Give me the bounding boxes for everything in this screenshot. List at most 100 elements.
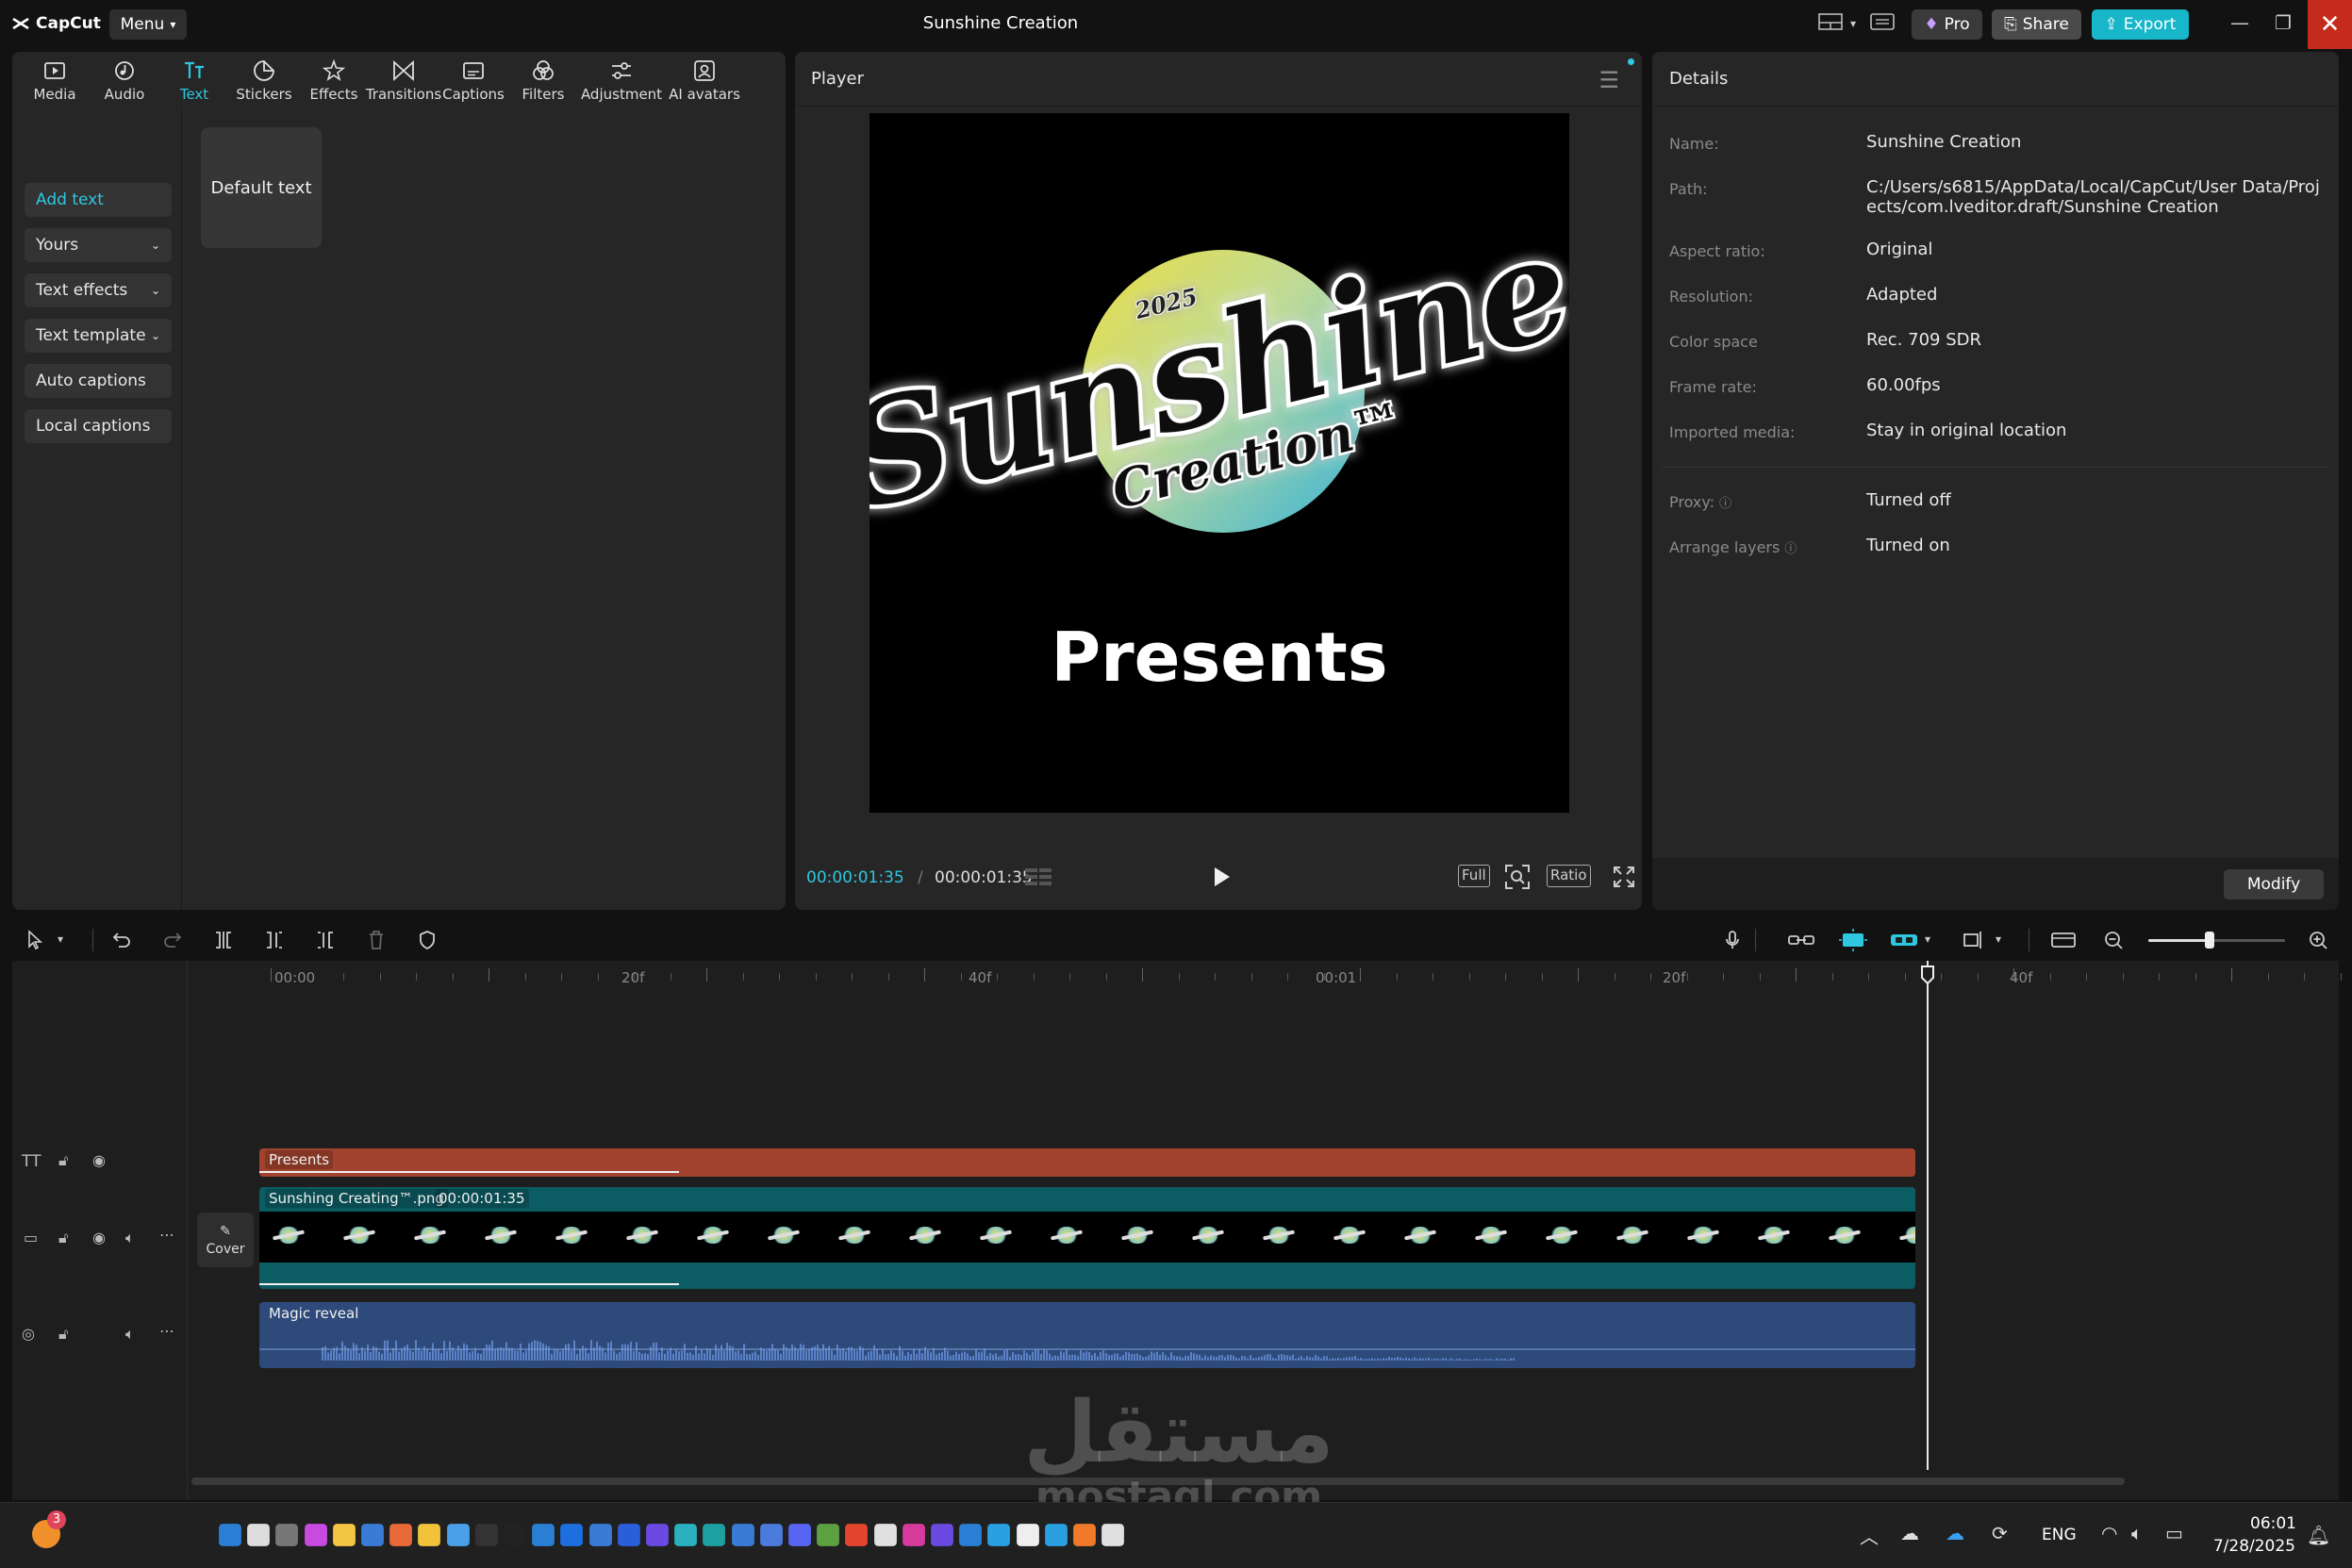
- taskbar-app-icon[interactable]: [731, 1524, 754, 1546]
- volume-icon[interactable]: 🔈︎: [125, 1325, 135, 1344]
- volume-icon[interactable]: 🔈︎: [125, 1229, 135, 1247]
- delete-icon[interactable]: [365, 929, 388, 951]
- tool-filters[interactable]: Filters: [508, 52, 578, 108]
- fullscreen-icon[interactable]: [1612, 865, 1636, 889]
- taskbar-app-icon[interactable]: [304, 1524, 327, 1546]
- microphone-icon[interactable]: [1721, 929, 1744, 951]
- cover-button[interactable]: ✎ Cover: [197, 1213, 254, 1267]
- share-button[interactable]: ⎘ Share: [1992, 9, 2081, 40]
- clock-time[interactable]: 06:01: [2250, 1514, 2296, 1533]
- taskbar-app-icon[interactable]: [361, 1524, 384, 1546]
- clock-date[interactable]: 7/28/2025: [2203, 1537, 2295, 1556]
- minimize-icon[interactable]: —: [2230, 11, 2249, 34]
- taskbar-app-icon[interactable]: [646, 1524, 669, 1546]
- shield-icon[interactable]: [416, 929, 439, 951]
- cloud-sync-icon[interactable]: ☁: [1900, 1522, 1919, 1544]
- playhead-handle[interactable]: [1919, 965, 1936, 985]
- taskbar-app-icon[interactable]: [788, 1524, 811, 1546]
- hamburger-menu-icon[interactable]: ☰: [1598, 67, 1619, 93]
- redo-icon[interactable]: [161, 929, 184, 951]
- full-quality-button[interactable]: Full: [1458, 865, 1490, 887]
- trim-right-icon[interactable]: [314, 929, 337, 951]
- magnet-link-icon[interactable]: [1889, 929, 1919, 951]
- timeline-ruler[interactable]: 00:00 20f 40f 00:01 20f 40f: [188, 961, 2342, 989]
- audio-clip[interactable]: Magic reveal: [259, 1302, 1915, 1368]
- taskbar-app-icon[interactable]: [332, 1524, 356, 1546]
- taskbar-app-icon[interactable]: [845, 1524, 869, 1546]
- zoom-fit-icon[interactable]: [1504, 864, 1531, 890]
- select-cursor-icon[interactable]: [25, 929, 47, 951]
- tray-overflow-icon[interactable]: ︿: [1860, 1522, 1879, 1549]
- taskbar-app-icon[interactable]: [389, 1524, 413, 1546]
- taskbar-app-icon[interactable]: [617, 1524, 640, 1546]
- eye-icon[interactable]: ◉: [92, 1229, 106, 1246]
- thumbnail-toggle-icon[interactable]: [2049, 929, 2078, 951]
- layout-icon[interactable]: [1818, 11, 1843, 37]
- preview-axis-icon[interactable]: [1962, 929, 1990, 951]
- playhead[interactable]: [1927, 961, 1929, 1470]
- taskbar-app-icon[interactable]: [418, 1524, 441, 1546]
- shortcuts-icon[interactable]: [1870, 11, 1895, 37]
- text-clip[interactable]: Presents: [259, 1148, 1915, 1177]
- timecode-grid-icon[interactable]: [1024, 867, 1054, 887]
- taskbar-app-icon[interactable]: [1016, 1524, 1039, 1546]
- language-indicator[interactable]: ENG: [2042, 1526, 2077, 1544]
- taskbar-app-icon[interactable]: [1073, 1524, 1096, 1546]
- tool-media[interactable]: Media: [20, 52, 90, 108]
- speaker-icon[interactable]: 🔈︎: [2131, 1522, 2143, 1544]
- taskbar-app-icon[interactable]: [247, 1524, 271, 1546]
- taskbar-app-icon[interactable]: [532, 1524, 555, 1546]
- wifi-icon[interactable]: ◠: [2101, 1522, 2117, 1544]
- taskbar-app-icon[interactable]: [759, 1524, 783, 1546]
- taskbar-app-icon[interactable]: [873, 1524, 897, 1546]
- more-options-icon[interactable]: ⋯: [159, 1322, 174, 1340]
- add-text-button[interactable]: Add text: [25, 183, 172, 217]
- close-button[interactable]: ✕: [2308, 0, 2352, 49]
- tool-adjustment[interactable]: Adjustment: [578, 52, 665, 108]
- tool-text[interactable]: Text: [159, 52, 229, 108]
- zoom-slider-handle[interactable]: [2205, 932, 2215, 949]
- onedrive-icon[interactable]: ☁: [1946, 1522, 1964, 1544]
- yours-button[interactable]: Yours ⌄: [25, 228, 172, 262]
- taskbar-app-icon[interactable]: [219, 1524, 241, 1546]
- video-preview[interactable]: Sunshine Creation™ 2025 Presents: [870, 113, 1569, 813]
- auto-snap-icon[interactable]: [1839, 929, 1867, 951]
- notifications-bell-icon[interactable]: 🔔︎: [2307, 1524, 2330, 1546]
- video-clip[interactable]: Sunshing Creating™.png 00:00:01:35: [259, 1187, 1915, 1289]
- split-icon[interactable]: [212, 929, 235, 951]
- tool-stickers[interactable]: Stickers: [229, 52, 299, 108]
- update-icon[interactable]: ⟳: [1992, 1522, 2008, 1544]
- taskbar-app-icon[interactable]: [474, 1524, 498, 1546]
- taskbar-app-icon[interactable]: [902, 1524, 925, 1546]
- auto-captions-button[interactable]: Auto captions: [25, 364, 172, 398]
- more-options-icon[interactable]: ⋯: [159, 1226, 174, 1244]
- eye-icon[interactable]: ◉: [92, 1151, 106, 1169]
- tool-audio[interactable]: Audio: [90, 52, 159, 108]
- undo-icon[interactable]: [110, 929, 133, 951]
- lock-icon[interactable]: 🔓︎: [58, 1325, 68, 1344]
- taskbar-app-icon[interactable]: [446, 1524, 470, 1546]
- taskbar-app-icon[interactable]: [275, 1524, 299, 1546]
- text-effects-button[interactable]: Text effects ⌄: [25, 273, 172, 307]
- taskbar-app-icon[interactable]: [504, 1524, 526, 1546]
- tool-effects[interactable]: Effects: [299, 52, 369, 108]
- lock-icon[interactable]: 🔓︎: [58, 1151, 68, 1170]
- modify-button[interactable]: Modify: [2224, 869, 2324, 900]
- ratio-button[interactable]: Ratio: [1547, 865, 1591, 887]
- taskbar-app-icon[interactable]: [560, 1524, 584, 1546]
- chevron-down-icon[interactable]: ▾: [1925, 933, 1947, 955]
- battery-icon[interactable]: ▭: [2165, 1522, 2183, 1544]
- info-icon[interactable]: ⓘ: [1784, 542, 1797, 556]
- trim-left-icon[interactable]: [263, 929, 286, 951]
- text-template-button[interactable]: Text template ⌄: [25, 319, 172, 353]
- play-icon[interactable]: [1210, 865, 1233, 889]
- local-captions-button[interactable]: Local captions: [25, 409, 172, 443]
- taskbar-app-icon[interactable]: [987, 1524, 1011, 1546]
- taskbar-app-icon[interactable]: [588, 1524, 612, 1546]
- zoom-out-icon[interactable]: [2102, 929, 2125, 951]
- taskbar-app-icon[interactable]: [1044, 1524, 1068, 1546]
- restore-icon[interactable]: ❐: [2275, 11, 2292, 34]
- chevron-down-icon[interactable]: ▾: [1996, 933, 2018, 955]
- info-icon[interactable]: ⓘ: [1719, 497, 1731, 511]
- taskbar-app-icon[interactable]: [1101, 1524, 1125, 1546]
